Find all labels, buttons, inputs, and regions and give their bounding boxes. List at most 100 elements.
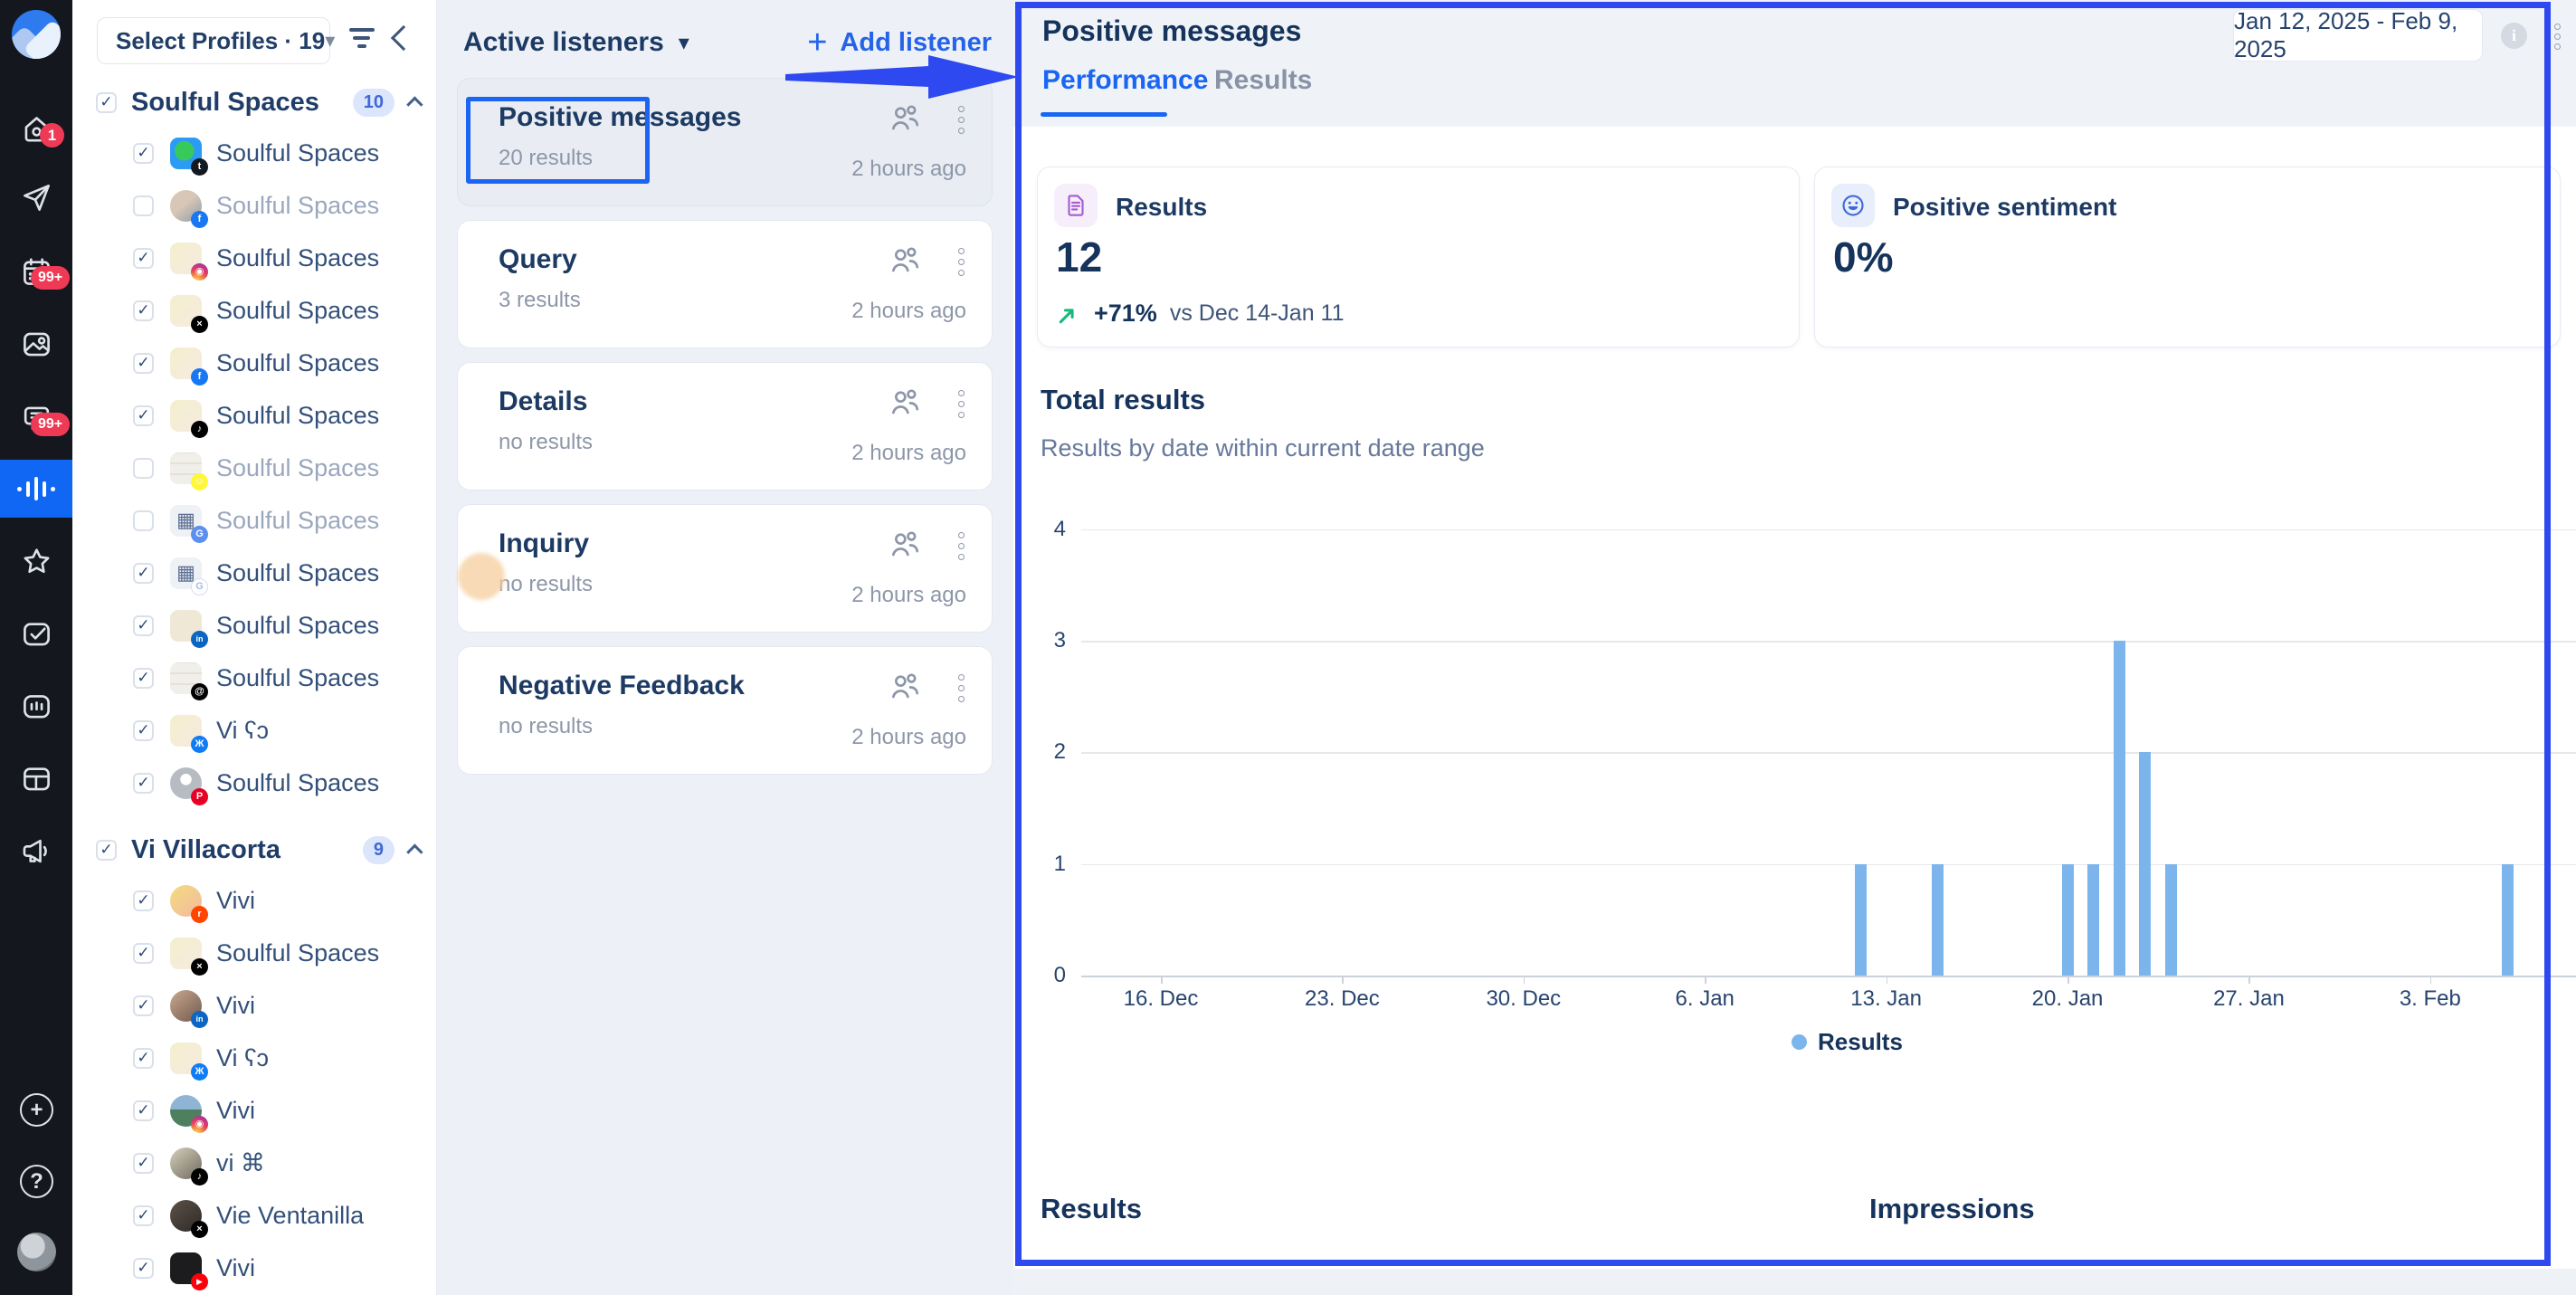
profile-selector-label: Select Profiles · 19 <box>116 27 325 55</box>
profile-row[interactable]: ✓rVivi <box>72 874 437 927</box>
rail-item-listening[interactable] <box>0 460 72 518</box>
profile-checkbox[interactable]: ✓ <box>133 300 154 321</box>
smiley-icon <box>1831 184 1875 227</box>
profile-row[interactable]: ✓♪Soulful Spaces <box>72 389 437 442</box>
profile-row[interactable]: ✓@Soulful Spaces <box>72 652 437 704</box>
bar-24-jan[interactable] <box>2165 864 2177 976</box>
profile-row[interactable]: ✓tSoulful Spaces <box>72 127 437 179</box>
rail-item-favorites[interactable] <box>0 532 72 590</box>
profile-checkbox[interactable]: ✓ <box>133 405 154 426</box>
profile-checkbox[interactable]: ✓ <box>133 1100 154 1121</box>
listener-card[interactable]: Negative Feedbackno results2 hours ago <box>457 646 993 775</box>
profile-row[interactable]: ✓inVivi <box>72 979 437 1032</box>
profile-checkbox[interactable]: ✓ <box>133 143 154 164</box>
profile-row[interactable]: ✓×Vie Ventanilla <box>72 1189 437 1242</box>
profile-row[interactable]: ✓×Soulful Spaces <box>72 284 437 337</box>
info-icon[interactable]: i <box>2501 23 2527 49</box>
profile-row[interactable]: ✓PSoulful Spaces <box>72 757 437 809</box>
profile-checkbox[interactable]: ✓ <box>133 668 154 689</box>
listener-card[interactable]: Inquiryno results2 hours ago <box>457 504 993 633</box>
profile-row[interactable]: ✓▦GSoulful Spaces <box>72 547 437 599</box>
profile-checkbox[interactable]: ✓ <box>133 1258 154 1279</box>
rail-item-media[interactable] <box>0 315 72 373</box>
filter-icon[interactable] <box>349 28 376 52</box>
rail-item-advocacy[interactable] <box>0 822 72 880</box>
profile-checkbox[interactable] <box>133 510 154 531</box>
chevron-down-icon[interactable]: ▾ <box>679 30 689 56</box>
bar-15-jan[interactable] <box>1932 864 1944 976</box>
add-listener-button[interactable]: + Add listener <box>807 25 992 60</box>
kebab-menu-icon[interactable] <box>2554 24 2561 53</box>
profile-row[interactable]: ✓inSoulful Spaces <box>72 599 437 652</box>
add-circle-icon[interactable]: + <box>20 1093 53 1127</box>
date-range-picker[interactable]: Jan 12, 2025 - Feb 9, 2025 <box>2233 9 2483 62</box>
metric-card-sentiment: Positive sentiment 0% <box>1814 167 2561 348</box>
profile-selector-dropdown[interactable]: Select Profiles · 19 ▾ <box>97 17 330 64</box>
kebab-menu-icon[interactable] <box>958 390 965 418</box>
chevron-up-icon[interactable] <box>406 96 423 112</box>
app-logo-icon[interactable] <box>12 10 61 59</box>
profile-checkbox[interactable]: ✓ <box>133 720 154 741</box>
x-axis-tick <box>1887 976 1888 984</box>
audience-icon[interactable] <box>887 527 923 563</box>
profile-row[interactable]: ✓ЖVi ʕɔ <box>72 704 437 757</box>
profile-row[interactable]: fSoulful Spaces <box>72 179 437 232</box>
profile-row[interactable]: ▦GSoulful Spaces <box>72 494 437 547</box>
audience-icon[interactable] <box>887 243 923 279</box>
profile-checkbox[interactable]: ✓ <box>133 1048 154 1069</box>
profile-checkbox[interactable] <box>133 458 154 479</box>
audience-icon[interactable] <box>887 100 923 137</box>
chart-subtitle: Results by date within current date rang… <box>1041 434 1485 462</box>
profile-row[interactable]: ✓fSoulful Spaces <box>72 337 437 389</box>
profile-row[interactable]: ✓◉Vivi <box>72 1084 437 1137</box>
rail-item-reports[interactable] <box>0 677 72 735</box>
profile-checkbox[interactable]: ✓ <box>133 353 154 374</box>
profile-row[interactable]: ✓♪vi ⌘ <box>72 1137 437 1189</box>
rail-item-tasks[interactable] <box>0 605 72 662</box>
profile-row[interactable]: ✓ЖVi ʕɔ <box>72 1032 437 1084</box>
listener-card[interactable]: Positive messages20 results2 hours ago <box>457 78 993 206</box>
metric-value: 12 <box>1056 233 1102 281</box>
listener-card[interactable]: Query3 results2 hours ago <box>457 220 993 348</box>
chevron-up-icon[interactable] <box>406 843 423 860</box>
group-checkbox[interactable]: ✓ <box>96 92 117 113</box>
profile-checkbox[interactable]: ✓ <box>133 615 154 636</box>
kebab-menu-icon[interactable] <box>958 674 965 702</box>
profile-checkbox[interactable]: ✓ <box>133 890 154 911</box>
kebab-menu-icon[interactable] <box>958 532 965 560</box>
kebab-menu-icon[interactable] <box>958 106 965 134</box>
audience-icon[interactable] <box>887 385 923 421</box>
profile-checkbox[interactable]: ✓ <box>133 563 154 584</box>
bar-20-jan[interactable] <box>2062 864 2074 976</box>
profile-checkbox[interactable]: ✓ <box>133 248 154 269</box>
profile-row[interactable]: ✓◉Soulful Spaces <box>72 232 437 284</box>
kebab-menu-icon[interactable] <box>958 248 965 276</box>
profile-checkbox[interactable]: ✓ <box>133 1153 154 1174</box>
trend-up-icon <box>1056 301 1081 327</box>
group-header: ✓Vi Villacorta9 <box>96 829 423 871</box>
bar-23-jan[interactable] <box>2139 752 2151 976</box>
help-circle-icon[interactable]: ? <box>20 1165 53 1198</box>
bar-12-jan[interactable] <box>1855 864 1867 976</box>
profile-row[interactable]: ✓▶Vivi <box>72 1242 437 1294</box>
bar-21-jan[interactable] <box>2087 864 2099 976</box>
user-avatar[interactable] <box>17 1233 56 1271</box>
profile-checkbox[interactable] <box>133 195 154 216</box>
profile-row[interactable]: ✓×Soulful Spaces <box>72 927 437 979</box>
profile-checkbox[interactable]: ✓ <box>133 1205 154 1226</box>
tab-results[interactable]: Results <box>1214 65 1312 96</box>
profile-checkbox[interactable]: ✓ <box>133 995 154 1016</box>
rail-item-publish[interactable] <box>0 168 72 226</box>
listener-card[interactable]: Detailsno results2 hours ago <box>457 362 993 490</box>
audience-icon[interactable] <box>887 669 923 705</box>
rail-item-dashboards[interactable] <box>0 749 72 807</box>
collapse-sidebar-icon[interactable] <box>391 25 416 51</box>
chart-legend[interactable]: Results <box>1792 1028 1903 1056</box>
profile-checkbox[interactable]: ✓ <box>133 943 154 964</box>
group-checkbox[interactable]: ✓ <box>96 840 117 861</box>
profile-row[interactable]: ☺Soulful Spaces <box>72 442 437 494</box>
tab-performance[interactable]: Performance <box>1042 65 1208 96</box>
bar-22-jan[interactable] <box>2114 641 2125 976</box>
bar-6-feb[interactable] <box>2502 864 2514 976</box>
profile-checkbox[interactable]: ✓ <box>133 773 154 794</box>
